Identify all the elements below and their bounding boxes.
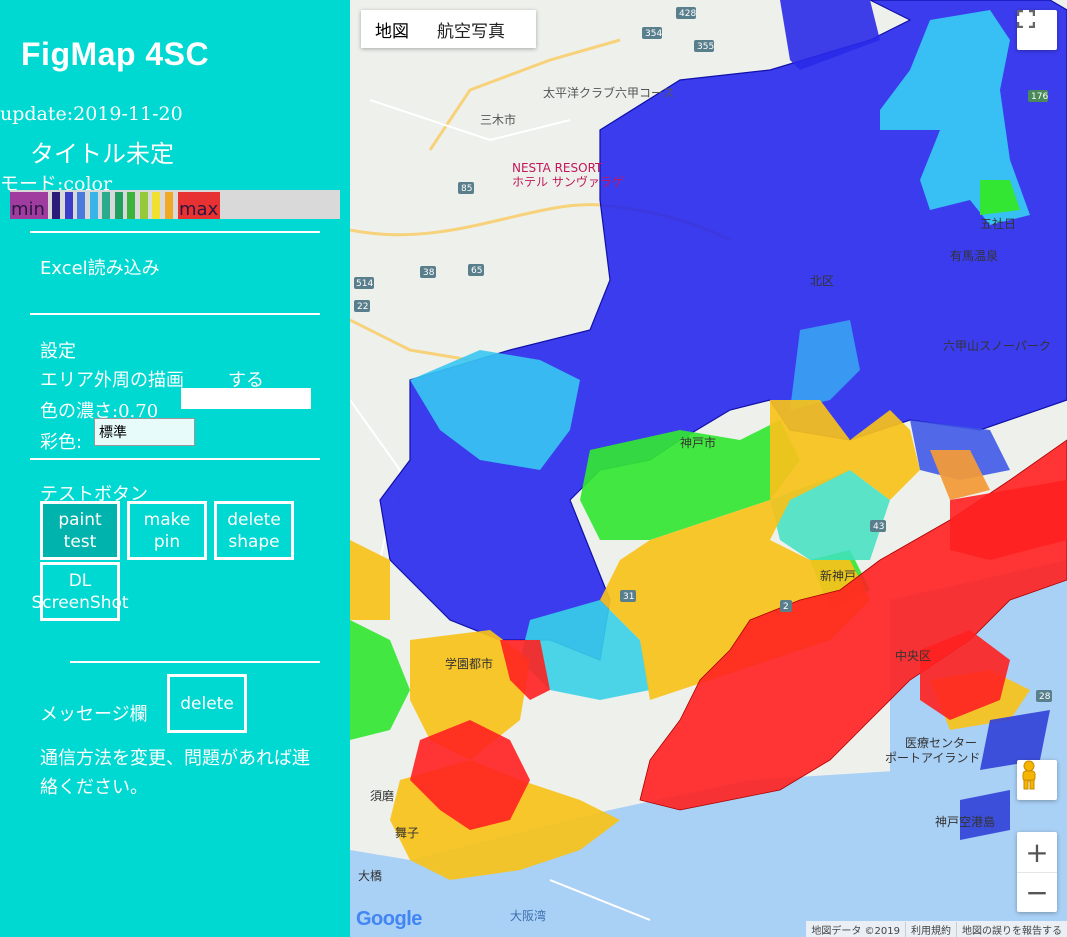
divider bbox=[30, 231, 320, 233]
legend-swatch bbox=[114, 192, 123, 219]
svg-text:65: 65 bbox=[471, 266, 482, 276]
svg-text:31: 31 bbox=[623, 592, 634, 602]
svg-text:38: 38 bbox=[423, 268, 435, 278]
legend-swatch bbox=[89, 192, 98, 219]
report-error-link[interactable]: 地図の誤りを報告する bbox=[956, 921, 1067, 937]
google-logo-text: Google bbox=[356, 908, 422, 930]
message-delete-button[interactable]: delete bbox=[167, 674, 247, 733]
excel-import-link[interactable]: Excel読み込み bbox=[40, 254, 160, 280]
legend-swatch bbox=[152, 192, 160, 219]
pegman-icon bbox=[1022, 760, 1036, 790]
svg-text:22: 22 bbox=[357, 302, 368, 312]
terms-link[interactable]: 利用規約 bbox=[905, 921, 956, 937]
make-pin-label-1: make bbox=[143, 509, 191, 530]
label-shinkobe: 新神戸 bbox=[820, 568, 856, 583]
make-pin-button[interactable]: make pin bbox=[127, 501, 207, 560]
svg-text:428: 428 bbox=[679, 9, 696, 19]
divider bbox=[70, 661, 320, 663]
app-title: FigMap 4SC bbox=[21, 36, 210, 72]
delete-shape-label-1: delete bbox=[227, 509, 281, 530]
make-pin-label-2: pin bbox=[153, 531, 181, 552]
fullscreen-icon bbox=[1017, 10, 1035, 28]
label-kobe: 神戸市 bbox=[680, 435, 716, 450]
download-label-2: ScreenShot bbox=[31, 592, 129, 613]
svg-text:354: 354 bbox=[645, 29, 662, 39]
sidebar: FigMap 4SC update:2019-11-20 タイトル未定 モード:… bbox=[0, 0, 350, 937]
outline-label: エリア外周の描画 bbox=[40, 370, 184, 391]
message-label: メッセージ欄 bbox=[40, 704, 148, 725]
divider bbox=[30, 313, 320, 315]
svg-text:43: 43 bbox=[873, 522, 884, 532]
label-nesta-2: ホテル サンヴァラゲ bbox=[512, 174, 624, 189]
label-gotai: 五社日 bbox=[980, 216, 1016, 231]
label-ohashi: 大橋 bbox=[358, 869, 382, 883]
map-type-aerial-tab[interactable]: 航空写真 bbox=[423, 17, 519, 42]
svg-text:355: 355 bbox=[697, 42, 714, 52]
settings-heading: 設定 bbox=[40, 341, 76, 362]
legend-swatch bbox=[52, 192, 60, 219]
street-view-button[interactable] bbox=[1017, 760, 1057, 800]
paint-test-button[interactable]: paint test bbox=[40, 501, 120, 560]
zoom-in-button[interactable]: + bbox=[1017, 832, 1057, 873]
message-delete-label: delete bbox=[180, 693, 234, 714]
paint-test-label-2: test bbox=[63, 531, 97, 552]
label-port-island: ポートアイランド bbox=[885, 751, 980, 765]
legend-swatch bbox=[64, 192, 73, 219]
svg-text:28: 28 bbox=[1039, 692, 1051, 702]
coloring-select[interactable]: 標準 bbox=[94, 418, 195, 446]
legend-swatch bbox=[102, 192, 110, 219]
label-airport: 神戸空港島 bbox=[935, 814, 995, 829]
map-view[interactable]: 三木市 太平洋クラブ六甲コース NESTA RESORT ホテル サンヴァラゲ … bbox=[350, 0, 1067, 937]
legend-max-label: max bbox=[179, 199, 219, 220]
document-title[interactable]: タイトル未定 bbox=[30, 134, 174, 169]
zoom-out-button[interactable]: − bbox=[1017, 873, 1057, 912]
svg-text:2: 2 bbox=[783, 602, 789, 612]
label-chuo: 中央区 bbox=[895, 648, 931, 663]
map-type-control: 地図 航空写真 bbox=[361, 10, 536, 48]
label-nesta-1: NESTA RESORT bbox=[512, 161, 603, 175]
legend-swatch bbox=[139, 192, 148, 219]
google-logo: Google bbox=[356, 908, 422, 931]
legend-min-label: min bbox=[11, 199, 45, 220]
legend-swatch bbox=[127, 192, 135, 219]
label-golf: 太平洋クラブ六甲コース bbox=[543, 85, 674, 100]
message-text-2: 絡ください。 bbox=[40, 777, 148, 798]
download-label-1: DL bbox=[68, 570, 92, 591]
svg-text:85: 85 bbox=[461, 184, 472, 194]
legend-swatch bbox=[77, 192, 85, 219]
label-iryo: 医療センター bbox=[905, 736, 977, 750]
label-arima: 有馬温泉 bbox=[950, 249, 998, 263]
zoom-control: + − bbox=[1017, 832, 1057, 912]
coloring-label: 彩色: bbox=[40, 432, 83, 453]
download-screenshot-button[interactable]: DL ScreenShot bbox=[31, 562, 129, 621]
divider bbox=[30, 458, 320, 460]
opacity-slider[interactable] bbox=[181, 388, 311, 409]
label-kita: 北区 bbox=[810, 274, 834, 288]
legend-swatch bbox=[164, 192, 173, 219]
label-osaka-bay: 大阪湾 bbox=[510, 908, 546, 923]
choropleth-layer: 三木市 太平洋クラブ六甲コース NESTA RESORT ホテル サンヴァラゲ … bbox=[350, 0, 1067, 937]
map-attribution: 地図データ ©2019 利用規約 地図の誤りを報告する bbox=[806, 921, 1067, 937]
label-maiko: 舞子 bbox=[395, 826, 419, 840]
label-gakuen: 学園都市 bbox=[445, 656, 493, 671]
label-rokko: 六甲山スノーパーク bbox=[943, 339, 1051, 353]
svg-text:514: 514 bbox=[356, 279, 373, 289]
paint-test-label-1: paint bbox=[58, 509, 102, 530]
update-date: update:2019-11-20 bbox=[0, 103, 183, 125]
svg-text:176: 176 bbox=[1031, 92, 1048, 102]
attribution-data: 地図データ ©2019 bbox=[811, 925, 900, 937]
map-type-map-tab[interactable]: 地図 bbox=[361, 17, 423, 42]
label-miki: 三木市 bbox=[480, 112, 516, 127]
message-text-1: 通信方法を変更、問題があれば連 bbox=[40, 748, 310, 769]
delete-shape-label-2: shape bbox=[228, 531, 280, 552]
fullscreen-button[interactable] bbox=[1017, 10, 1057, 50]
delete-shape-button[interactable]: delete shape bbox=[214, 501, 294, 560]
label-suma: 須磨 bbox=[370, 789, 394, 803]
color-legend: min max bbox=[10, 190, 340, 220]
